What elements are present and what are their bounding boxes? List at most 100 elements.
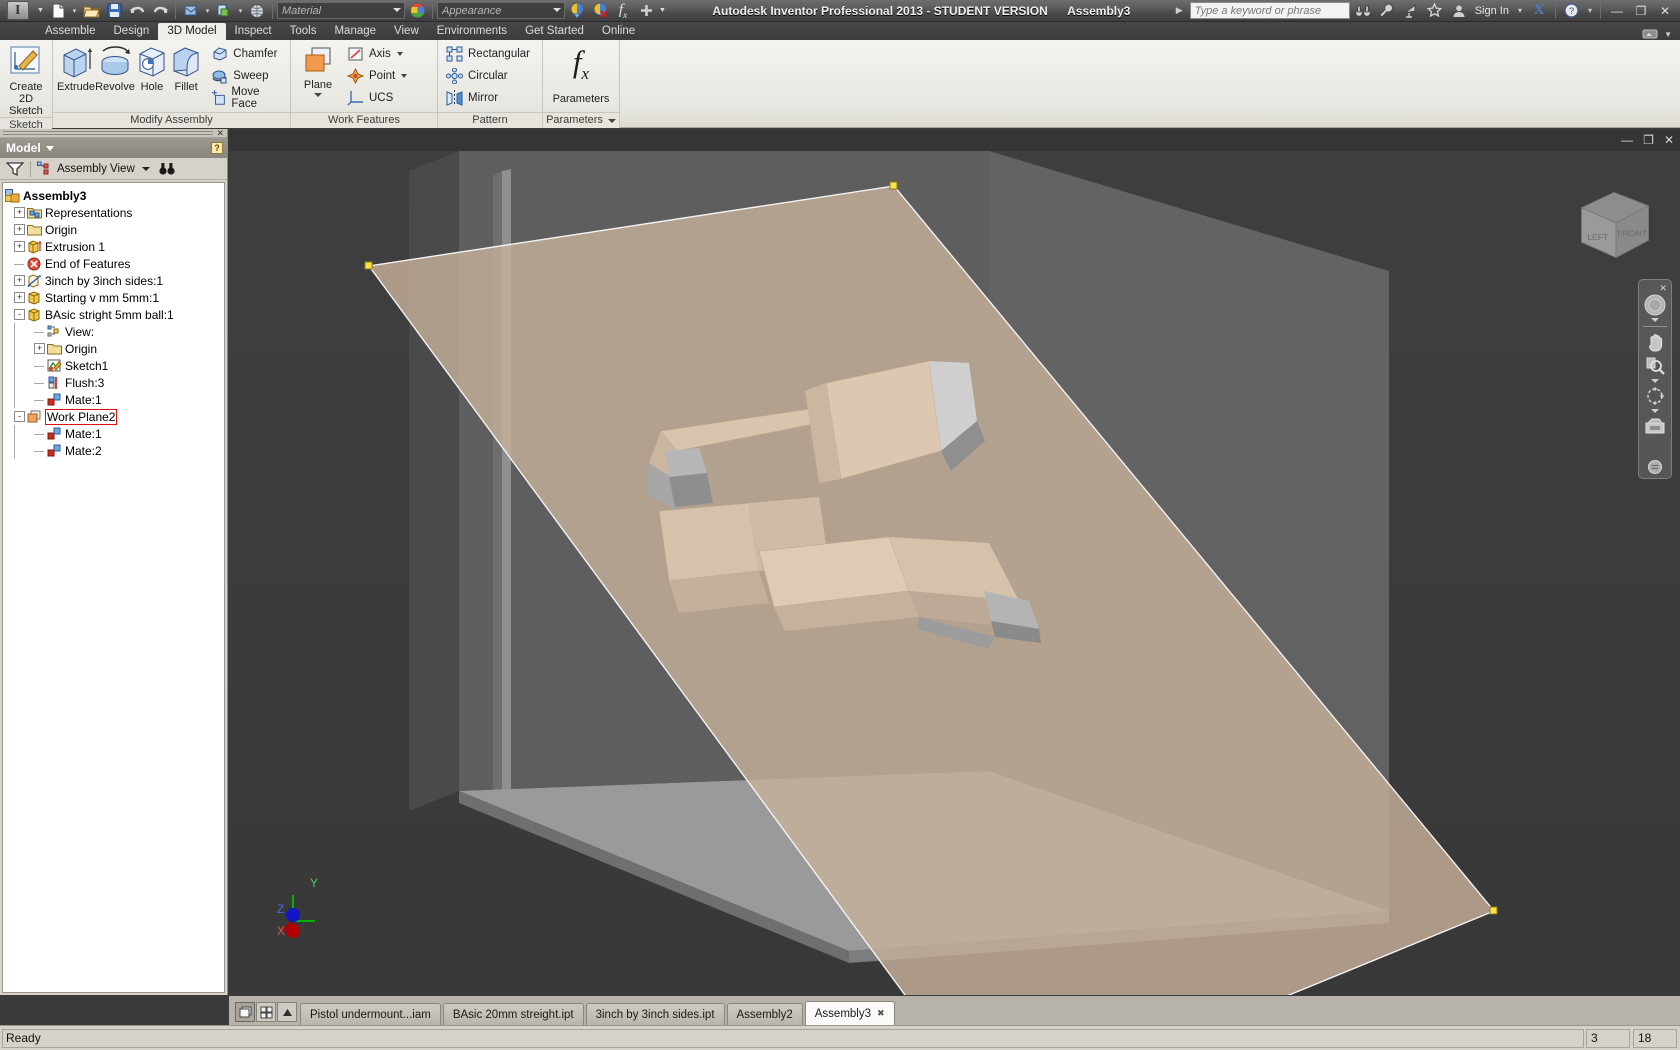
update-dropdown-icon[interactable]: ▾ [236, 1, 245, 21]
browser-help-icon[interactable]: ? [211, 142, 223, 154]
ribbon-tab-tools[interactable]: Tools [281, 23, 326, 40]
parameters-fx-button[interactable]: fx [612, 1, 634, 21]
appearance-dropdown-icon[interactable] [553, 8, 561, 12]
steering-wheel-dropdown-icon[interactable] [1651, 318, 1659, 322]
tree-node[interactable]: + Representations [5, 204, 224, 221]
scroll-tabs-up-button[interactable] [277, 1002, 297, 1022]
material-dropdown-icon[interactable] [393, 8, 401, 12]
tree-node[interactable]: + Extrusion 1 [5, 238, 224, 255]
tree-node[interactable]: Sketch1 [5, 357, 224, 374]
new-document-button[interactable] [47, 1, 69, 21]
ribbon-tab-inspect[interactable]: Inspect [226, 23, 281, 40]
point-button[interactable]: Point [343, 65, 411, 87]
tree-expander[interactable]: + [14, 224, 25, 235]
tree-node[interactable]: Assembly3 [5, 187, 224, 204]
orbit-icon[interactable] [1642, 385, 1668, 407]
revolve-button[interactable]: Revolve [95, 43, 135, 93]
parameters-button[interactable]: fx Parameters [547, 43, 615, 105]
clear-appearance-button[interactable] [589, 1, 611, 21]
appearance-browser-button[interactable] [566, 1, 588, 21]
minimize-window-button[interactable]: — [1606, 1, 1628, 21]
axis-dropdown-icon[interactable] [396, 52, 403, 56]
star-icon[interactable] [1424, 1, 1446, 21]
binoculars-icon[interactable] [1352, 1, 1374, 21]
wrench-icon[interactable] [1376, 1, 1398, 21]
browser-view-selector[interactable]: Assembly View [35, 159, 152, 179]
browser-drag-grip[interactable]: ✕ [0, 129, 227, 138]
close-window-button[interactable]: ✕ [1654, 1, 1676, 21]
view-cube[interactable]: LEFT FRONT [1572, 181, 1658, 267]
tree-expander[interactable]: + [14, 292, 25, 303]
ucs-button[interactable]: UCS [343, 87, 411, 109]
steering-wheel-icon[interactable] [1642, 294, 1668, 316]
open-document-button[interactable] [80, 1, 102, 21]
hole-button[interactable]: Hole [135, 43, 169, 93]
browser-close-icon[interactable]: ✕ [216, 129, 224, 138]
point-dropdown-icon[interactable] [401, 74, 408, 78]
ribbon-tab-manage[interactable]: Manage [325, 23, 385, 40]
plane-button[interactable]: Plane [295, 43, 341, 97]
tree-node[interactable]: View: [5, 323, 224, 340]
select-mode-button[interactable] [246, 1, 268, 21]
ribbon-tab-get-started[interactable]: Get Started [516, 23, 593, 40]
viewport-restore-button[interactable]: ❐ [1643, 133, 1654, 147]
qat-customize-icon[interactable]: ▼ [658, 1, 667, 21]
title-overflow-caret-icon[interactable]: ▶ [1176, 5, 1183, 16]
ribbon-tab-assemble[interactable]: Assemble [36, 23, 105, 40]
app-menu-caret-icon[interactable]: ▼ [36, 1, 45, 21]
exchange-apps-icon[interactable]: X [1528, 1, 1550, 21]
help-dropdown-icon[interactable]: ▾ [1588, 6, 1592, 15]
ribbon-tab-design[interactable]: Design [105, 23, 159, 40]
tree-expander[interactable]: + [34, 343, 45, 354]
save-document-button[interactable] [103, 1, 125, 21]
zoom-magnifier-icon[interactable] [1642, 355, 1668, 377]
document-tab-1[interactable]: BAsic 20mm streight.ipt [442, 1003, 584, 1025]
navbar-customize-icon[interactable] [1642, 456, 1668, 478]
document-tab-3[interactable]: Assembly2 [726, 1003, 803, 1025]
browser-find-button[interactable] [156, 159, 178, 179]
sign-in-label[interactable]: Sign In [1472, 5, 1512, 17]
return-dropdown-icon[interactable]: ▾ [203, 1, 212, 21]
rectangular-pattern-button[interactable]: Rectangular [442, 43, 534, 65]
tree-node-selected[interactable]: - Work Plane2 [5, 408, 224, 425]
material-combo[interactable]: Material [277, 2, 405, 19]
application-menu-button[interactable] [0, 0, 36, 22]
add-to-qat-button[interactable] [635, 1, 657, 21]
help-button[interactable]: ? [1561, 1, 1583, 21]
axis-button[interactable]: Axis [343, 43, 411, 65]
tree-node[interactable]: Flush:3 [5, 374, 224, 391]
tree-node[interactable]: End of Features [5, 255, 224, 272]
extrude-button[interactable]: Extrude [57, 43, 95, 93]
chamfer-button[interactable]: Chamfer [207, 43, 286, 65]
new-dropdown-icon[interactable]: ▾ [70, 1, 79, 21]
browser-dropdown-icon[interactable] [45, 145, 54, 151]
tree-node[interactable]: + Origin [5, 221, 224, 238]
tree-node[interactable]: Mate:1 [5, 425, 224, 442]
document-tab-0[interactable]: Pistol undermount...iam [300, 1003, 441, 1025]
ribbon-tab-3d-model[interactable]: 3D Model [158, 23, 226, 40]
document-tab-2[interactable]: 3inch by 3inch sides.ipt [585, 1003, 725, 1025]
tree-expander[interactable]: - [14, 309, 25, 320]
undo-button[interactable] [126, 1, 148, 21]
material-browser-button[interactable] [406, 1, 428, 21]
tree-node[interactable]: +3inch by 3inch sides:1 [5, 272, 224, 289]
graphics-viewport[interactable]: — ❐ ✕ Z X Y LEFT FRONT ✕ [229, 129, 1680, 995]
restore-window-button[interactable]: ❐ [1630, 1, 1652, 21]
tree-node[interactable]: - BAsic stright 5mm ball:1 [5, 306, 224, 323]
user-account-icon[interactable] [1448, 1, 1470, 21]
navigation-bar[interactable]: ✕ [1638, 279, 1672, 479]
redo-button[interactable] [149, 1, 171, 21]
ribbon-tab-environments[interactable]: Environments [428, 23, 516, 40]
viewport-minimize-button[interactable]: — [1621, 133, 1633, 147]
tree-node[interactable]: + Origin [5, 340, 224, 357]
look-camera-icon[interactable] [1642, 415, 1668, 437]
tree-expander[interactable]: - [14, 411, 25, 422]
tree-node[interactable]: Mate:1 [5, 391, 224, 408]
ribbon-tab-view[interactable]: View [385, 23, 428, 40]
create-2d-sketch-button[interactable]: Create 2D Sketch [4, 43, 48, 117]
viewport-close-button[interactable]: ✕ [1664, 133, 1674, 147]
sweep-button[interactable]: Sweep [207, 65, 286, 87]
plane-dropdown-icon[interactable] [314, 93, 322, 97]
tree-node[interactable]: Mate:2 [5, 442, 224, 459]
tree-node[interactable]: + Starting v mm 5mm:1 [5, 289, 224, 306]
